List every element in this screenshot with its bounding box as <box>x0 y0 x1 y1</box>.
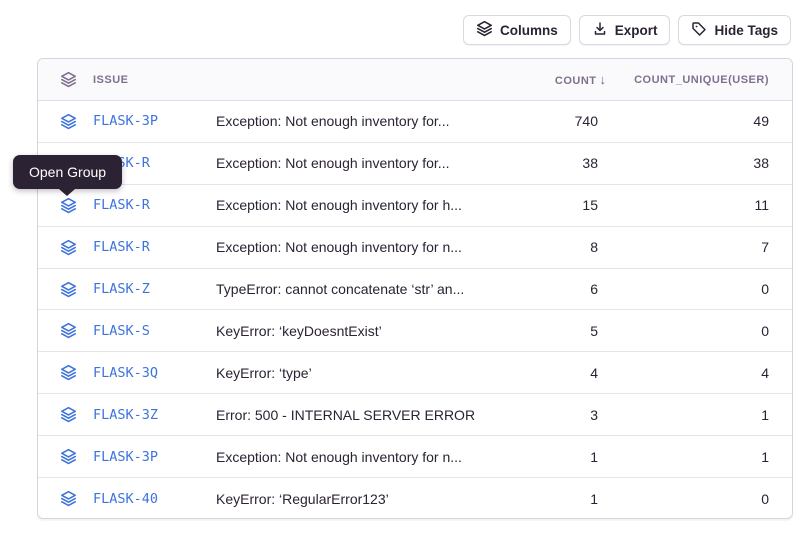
issue-cell: FLASK-3Q <box>38 364 216 381</box>
table-row: FLASK-Z TypeError: cannot concatenate ‘s… <box>38 269 792 311</box>
open-group-layers-icon[interactable] <box>60 406 77 423</box>
issue-cell: FLASK-3Z <box>38 406 216 423</box>
issue-cell: FLASK-R <box>38 239 216 256</box>
open-group-layers-icon[interactable] <box>60 197 77 214</box>
open-group-layers-icon[interactable] <box>60 239 77 256</box>
issue-cell: FLASK-Z <box>38 281 216 298</box>
layers-icon <box>476 20 493 40</box>
issue-message: Exception: Not enough inventory for... <box>216 155 494 171</box>
issue-message: Exception: Not enough inventory for... <box>216 113 494 129</box>
issue-link[interactable]: FLASK-3Q <box>93 365 158 381</box>
issue-link[interactable]: FLASK-3Z <box>93 407 158 423</box>
issue-message: KeyError: ‘type’ <box>216 365 494 381</box>
count-unique-value: 11 <box>614 197 792 213</box>
table-row: FLASK-3P Exception: Not enough inventory… <box>38 436 792 478</box>
issue-message: KeyError: ‘RegularError123’ <box>216 491 494 507</box>
table-header-row: ISSUE COUNT↓ COUNT_UNIQUE(USER) <box>38 59 792 101</box>
count-unique-value: 38 <box>614 155 792 171</box>
open-group-layers-icon[interactable] <box>60 322 77 339</box>
table-row: FLASK-R Exception: Not enough inventory … <box>38 143 792 185</box>
open-group-layers-icon[interactable] <box>60 364 77 381</box>
issue-link[interactable]: FLASK-S <box>93 323 150 339</box>
issue-cell: FLASK-3P <box>38 113 216 130</box>
table-row: FLASK-3Q KeyError: ‘type’ 4 4 <box>38 352 792 394</box>
export-button[interactable]: Export <box>579 15 671 45</box>
count-unique-value: 0 <box>614 281 792 297</box>
open-group-layers-icon[interactable] <box>60 113 77 130</box>
issue-cell: FLASK-40 <box>38 490 216 507</box>
issue-message: KeyError: ‘keyDoesntExist’ <box>216 323 494 339</box>
issue-cell: FLASK-R <box>38 197 216 214</box>
columns-button[interactable]: Columns <box>463 15 571 45</box>
issue-link[interactable]: FLASK-R <box>93 239 150 255</box>
count-column-label: COUNT <box>555 75 597 87</box>
table-row: FLASK-S KeyError: ‘keyDoesntExist’ 5 0 <box>38 310 792 352</box>
count-value: 6 <box>494 281 614 297</box>
count-unique-value: 4 <box>614 365 792 381</box>
issue-cell: FLASK-S <box>38 322 216 339</box>
open-group-tooltip-label: Open Group <box>29 164 106 180</box>
table-row: FLASK-R Exception: Not enough inventory … <box>38 227 792 269</box>
export-button-label: Export <box>615 23 658 38</box>
sort-desc-arrow-icon: ↓ <box>600 72 607 87</box>
issue-link[interactable]: FLASK-R <box>93 197 150 213</box>
count-unique-value: 1 <box>614 407 792 423</box>
count-value: 1 <box>494 449 614 465</box>
issue-message: Error: 500 - INTERNAL SERVER ERROR <box>216 407 494 423</box>
open-group-layers-icon[interactable] <box>60 281 77 298</box>
issue-message: Exception: Not enough inventory for n... <box>216 239 494 255</box>
count-unique-column-header[interactable]: COUNT_UNIQUE(USER) <box>614 74 792 86</box>
issue-link[interactable]: FLASK-3P <box>93 449 158 465</box>
hide-tags-button[interactable]: Hide Tags <box>678 15 791 45</box>
issue-link[interactable]: FLASK-40 <box>93 491 158 507</box>
issue-link[interactable]: FLASK-3P <box>93 113 158 129</box>
issue-message: TypeError: cannot concatenate ‘str’ an..… <box>216 281 494 297</box>
count-unique-value: 0 <box>614 323 792 339</box>
table-row: FLASK-40 KeyError: ‘RegularError123’ 1 0 <box>38 478 792 519</box>
count-value: 38 <box>494 155 614 171</box>
table-row: FLASK-R Exception: Not enough inventory … <box>38 185 792 227</box>
columns-button-label: Columns <box>500 23 558 38</box>
count-unique-value: 1 <box>614 449 792 465</box>
hide-tags-button-label: Hide Tags <box>714 23 778 38</box>
issue-message: Exception: Not enough inventory for n... <box>216 449 494 465</box>
open-group-layers-icon[interactable] <box>60 448 77 465</box>
count-value: 15 <box>494 197 614 213</box>
count-unique-column-label: COUNT_UNIQUE(USER) <box>634 74 769 86</box>
count-unique-value: 49 <box>614 113 792 129</box>
count-unique-value: 0 <box>614 491 792 507</box>
table-row: FLASK-3Z Error: 500 - INTERNAL SERVER ER… <box>38 394 792 436</box>
issue-cell: FLASK-3P <box>38 448 216 465</box>
count-value: 8 <box>494 239 614 255</box>
issue-message: Exception: Not enough inventory for h... <box>216 197 494 213</box>
download-icon <box>592 21 608 40</box>
table-body: FLASK-3P Exception: Not enough inventory… <box>38 101 792 519</box>
issue-link[interactable]: FLASK-Z <box>93 281 150 297</box>
toolbar: Columns Export Hide Tags <box>463 15 791 45</box>
count-value: 740 <box>494 113 614 129</box>
count-column-header[interactable]: COUNT↓ <box>494 72 614 87</box>
count-value: 5 <box>494 323 614 339</box>
table-row: FLASK-3P Exception: Not enough inventory… <box>38 101 792 143</box>
tag-icon <box>691 21 707 40</box>
issue-column-label: ISSUE <box>93 74 129 86</box>
count-value: 1 <box>494 491 614 507</box>
count-unique-value: 7 <box>614 239 792 255</box>
results-table: ISSUE COUNT↓ COUNT_UNIQUE(USER) FLASK-3P… <box>37 58 793 519</box>
open-group-tooltip: Open Group <box>13 155 122 189</box>
count-value: 4 <box>494 365 614 381</box>
layers-icon <box>60 71 77 88</box>
issue-column-header[interactable]: ISSUE <box>38 71 216 88</box>
open-group-layers-icon[interactable] <box>60 490 77 507</box>
count-value: 3 <box>494 407 614 423</box>
